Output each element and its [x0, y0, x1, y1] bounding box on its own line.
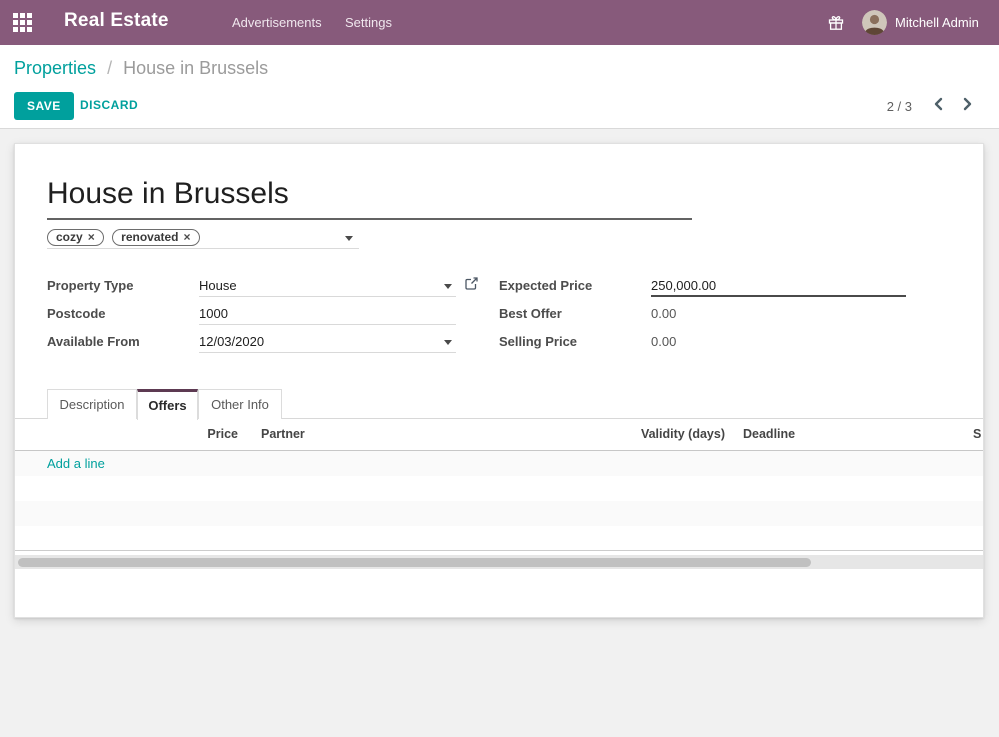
content-area: House in Brussels cozy × renovated × Pro…	[0, 129, 999, 737]
tag-remove-icon[interactable]: ×	[184, 231, 191, 243]
chevron-left-icon	[931, 100, 947, 115]
breadcrumb-current: House in Brussels	[123, 58, 268, 78]
empty-row	[15, 476, 983, 501]
field-label: Best Offer	[499, 306, 644, 321]
column-header-clipped: S	[973, 427, 983, 441]
column-header-partner[interactable]: Partner	[261, 427, 305, 441]
breadcrumb-separator: /	[107, 58, 112, 78]
tag-renovated[interactable]: renovated ×	[112, 229, 199, 246]
gift-icon[interactable]	[828, 15, 844, 31]
control-panel: Properties / House in Brussels SAVE DISC…	[0, 45, 999, 129]
top-navbar: Real Estate Advertisements Settings Mitc…	[0, 0, 999, 45]
pager-count: 2 / 3	[862, 99, 912, 114]
tab-other-info[interactable]: Other Info	[198, 389, 282, 419]
menu-settings[interactable]: Settings	[345, 15, 392, 30]
field-label: Selling Price	[499, 334, 644, 349]
breadcrumb-properties-link[interactable]: Properties	[14, 58, 96, 78]
expected-price-input[interactable]: 250,000.00	[651, 275, 906, 297]
tab-offers[interactable]: Offers	[137, 389, 198, 420]
column-header-price[interactable]: Price	[115, 427, 238, 441]
apps-menu-button[interactable]	[12, 13, 32, 33]
best-offer-value: 0.00	[651, 303, 908, 325]
tag-remove-icon[interactable]: ×	[88, 231, 95, 243]
tags-dropdown-caret-icon[interactable]	[345, 236, 353, 241]
property-type-value: House	[199, 278, 237, 293]
pager-next-button[interactable]	[958, 96, 976, 114]
apps-grid-icon	[13, 20, 32, 35]
column-header-deadline[interactable]: Deadline	[743, 427, 795, 441]
empty-row	[15, 501, 983, 526]
tab-description[interactable]: Description	[47, 389, 137, 419]
menu-advertisements[interactable]: Advertisements	[232, 15, 322, 30]
chevron-right-icon	[959, 100, 975, 115]
field-label: Postcode	[47, 306, 192, 321]
horizontal-scrollbar[interactable]	[15, 555, 983, 569]
form-sheet: House in Brussels cozy × renovated × Pro…	[14, 143, 984, 618]
user-avatar	[862, 10, 887, 35]
tags-input[interactable]: cozy × renovated ×	[47, 228, 359, 249]
tag-label: renovated	[121, 230, 178, 244]
field-label: Property Type	[47, 278, 192, 293]
property-type-input[interactable]: House	[199, 275, 456, 297]
column-header-validity[interactable]: Validity (days)	[575, 427, 725, 441]
available-from-input[interactable]: 12/03/2020	[199, 331, 456, 353]
tag-cozy[interactable]: cozy ×	[47, 229, 104, 246]
save-button[interactable]: SAVE	[14, 92, 74, 120]
app-title[interactable]: Real Estate	[64, 10, 169, 32]
tag-label: cozy	[56, 230, 83, 244]
selling-price-value: 0.00	[651, 331, 908, 353]
user-name: Mitchell Admin	[895, 15, 979, 30]
field-label: Expected Price	[499, 278, 644, 293]
discard-button[interactable]: DISCARD	[80, 98, 138, 112]
user-menu[interactable]: Mitchell Admin	[862, 9, 979, 36]
empty-row	[15, 526, 983, 551]
postcode-input[interactable]: 1000	[199, 303, 456, 325]
add-a-line-link[interactable]: Add a line	[47, 456, 105, 471]
horizontal-scrollbar-thumb[interactable]	[18, 558, 811, 567]
chevron-down-icon	[444, 340, 452, 345]
external-link-icon[interactable]	[463, 276, 479, 292]
field-label: Available From	[47, 334, 192, 349]
add-line-row: Add a line	[15, 451, 983, 476]
property-name-input[interactable]: House in Brussels	[47, 174, 692, 220]
pager-previous-button[interactable]	[930, 96, 948, 114]
offers-table-header: Price Partner Validity (days) Deadline S	[15, 420, 983, 451]
chevron-down-icon	[444, 284, 452, 289]
available-from-value: 12/03/2020	[199, 334, 264, 349]
breadcrumb: Properties / House in Brussels	[14, 58, 268, 79]
